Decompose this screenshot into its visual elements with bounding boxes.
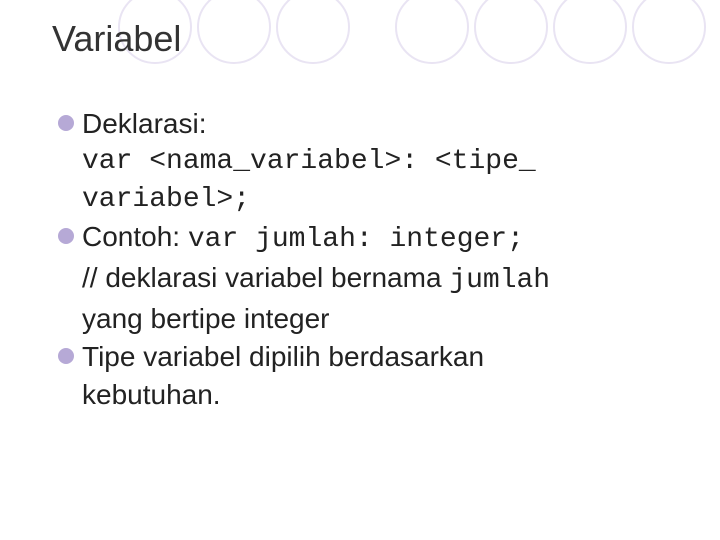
bullet-item-tipe: Tipe variabel dipilih berdasarkan [58,339,668,375]
contoh-code: var jumlah: integer; [188,224,524,255]
bullet-item-deklarasi: Deklarasi: [58,106,668,142]
bullet-label: Deklarasi: [82,106,206,142]
description-line: // deklarasi variabel bernama jumlah [58,260,668,299]
slide: Variabel Deklarasi: var <nama_variabel>:… [0,0,720,413]
bullet-text: Tipe variabel dipilih berdasarkan [82,339,484,375]
code-line: variabel>; [58,182,668,218]
bullet-item-contoh: Contoh: var jumlah: integer; [58,219,668,258]
desc-code: jumlah [449,265,550,296]
description-line: yang bertipe integer [58,301,668,337]
bullet-icon [58,228,74,244]
bullet-text-cont: kebutuhan. [58,377,668,413]
contoh-label: Contoh: [82,221,188,252]
bullet-icon [58,348,74,364]
slide-title: Variabel [52,18,668,60]
slide-content: Deklarasi: var <nama_variabel>: <tipe_ v… [52,106,668,413]
code-line: var <nama_variabel>: <tipe_ [58,144,668,180]
bullet-icon [58,115,74,131]
desc-text: // deklarasi variabel bernama [82,262,449,293]
bullet-label: Contoh: var jumlah: integer; [82,219,524,258]
